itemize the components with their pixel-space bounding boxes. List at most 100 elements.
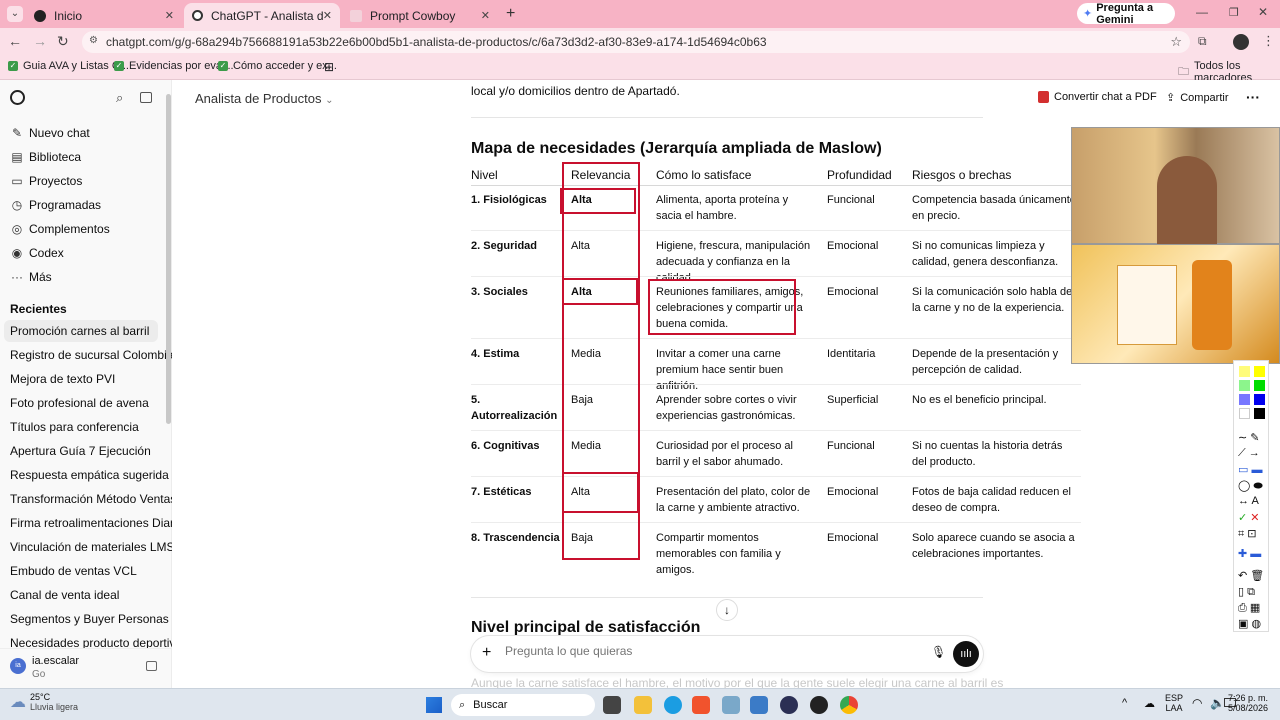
task-view-icon[interactable] — [603, 696, 621, 714]
wifi-icon[interactable]: ◠ — [1192, 696, 1202, 710]
recent-chat-item[interactable]: Firma retroalimentaciones Diana... — [10, 516, 193, 530]
prompt-input[interactable] — [505, 644, 885, 658]
line-icon[interactable]: ⟋ → — [1238, 447, 1260, 460]
color-swatch[interactable] — [1254, 408, 1265, 419]
back-icon[interactable]: ← — [8, 33, 22, 49]
settings-icon[interactable]: ▣ ◍ — [1238, 617, 1261, 630]
scroll-down-button[interactable]: ↓ — [716, 599, 738, 621]
sidebar-item-plugins[interactable]: ◎ Complementos — [10, 222, 110, 236]
close-icon[interactable]: ✕ — [481, 9, 490, 22]
color-swatch[interactable] — [1239, 408, 1250, 419]
app-icon[interactable] — [722, 696, 740, 714]
profile-avatar[interactable] — [1233, 34, 1249, 50]
tab-inicio[interactable]: Inicio ✕ — [26, 3, 182, 28]
clock[interactable]: 7:26 p. m. 5/08/2026 — [1226, 693, 1268, 713]
document-icon[interactable]: ▯ ⧉ — [1238, 585, 1255, 599]
more-options-icon[interactable]: ··· — [1246, 89, 1260, 105]
brave-icon[interactable] — [692, 696, 710, 714]
print-icon[interactable]: ⎙ ▦ — [1238, 601, 1260, 615]
color-swatch[interactable] — [1239, 366, 1250, 377]
sidebar-item-new-chat[interactable]: ✎ Nuevo chat — [10, 126, 90, 140]
freehand-icon[interactable]: ∼ ✎ — [1238, 431, 1260, 444]
reload-icon[interactable]: ↻ — [57, 33, 69, 50]
gift-icon[interactable] — [146, 661, 157, 671]
sidebar-item-library[interactable]: ▤ Biblioteca — [10, 150, 81, 164]
color-swatch[interactable] — [1254, 366, 1265, 377]
bookmark-item[interactable]: ✓ Guia AVA y Listas C... — [8, 60, 129, 72]
recent-chat-item[interactable]: Registro de sucursal Colombia — [10, 348, 173, 362]
tab-chatgpt[interactable]: ChatGPT - Analista de Productos ✕ — [184, 3, 340, 28]
app-icon[interactable] — [810, 696, 828, 714]
recent-chat-item[interactable]: Títulos para conferencia — [10, 420, 139, 434]
recent-chat-item[interactable]: Respuesta empática sugerida — [10, 468, 169, 482]
app-icon[interactable] — [750, 696, 768, 714]
tray-chevron-icon[interactable]: ^ — [1122, 697, 1127, 709]
user-profile[interactable]: ia ia.escalar Go — [0, 648, 171, 688]
site-info-icon[interactable]: ⚙ — [89, 35, 98, 46]
recent-chat-item[interactable]: Segmentos y Buyer Personas — [10, 612, 169, 626]
apps-grid-icon[interactable]: ⊞ — [324, 60, 334, 74]
recent-chat-item[interactable]: Necesidades producto deportivo — [10, 636, 182, 648]
tab-list-icon[interactable]: ⌄ — [7, 6, 23, 22]
recent-chat-item[interactable]: Embudo de ventas VCL — [10, 564, 137, 578]
crop-icon[interactable]: ⌗ ⊡ — [1238, 527, 1256, 541]
recent-chat-item[interactable]: Mejora de texto PVI — [10, 372, 115, 386]
chatgpt-logo-icon[interactable] — [10, 90, 25, 105]
search-icon[interactable]: ⌕ — [116, 90, 123, 106]
toggle-sidebar-icon[interactable] — [140, 92, 152, 103]
language-indicator[interactable]: ESP LAA — [1165, 693, 1183, 713]
edge-icon[interactable] — [664, 696, 682, 714]
zoom-icon[interactable]: ✚ ▬ — [1238, 547, 1261, 560]
new-tab-icon[interactable]: + — [506, 5, 515, 23]
chrome-icon[interactable] — [840, 696, 858, 714]
menu-kebab-icon[interactable]: ⋮ — [1262, 33, 1275, 49]
bookmark-item[interactable]: ✓ Cómo acceder y ex... — [218, 60, 337, 72]
recent-chat-item[interactable]: Foto profesional de avena — [10, 396, 149, 410]
color-swatch[interactable] — [1239, 380, 1250, 391]
color-swatch[interactable] — [1239, 394, 1250, 405]
sidebar-item-codex[interactable]: ◉ Codex — [10, 246, 64, 260]
recent-chat-item[interactable]: Vinculación de materiales LMS — [10, 540, 175, 554]
composer[interactable]: + 🎙 ıılı — [471, 636, 983, 672]
share-button[interactable]: ⇪ Compartir — [1166, 91, 1229, 105]
text-icon[interactable]: ↔ A — [1238, 495, 1259, 507]
volume-icon[interactable]: 🔈 — [1210, 696, 1225, 710]
windows-start-icon[interactable] — [426, 697, 442, 713]
weather-widget[interactable]: ☁ 25°C Lluvia ligera — [10, 692, 78, 712]
sidebar-item-more[interactable]: ··· Más — [10, 270, 52, 284]
color-swatch[interactable] — [1254, 380, 1265, 391]
sidebar-item-scheduled[interactable]: ◷ Programadas — [10, 198, 101, 212]
sidebar-scrollbar[interactable] — [166, 94, 171, 424]
maximize-icon[interactable]: ❐ — [1229, 6, 1239, 19]
gemini-button[interactable]: ✦ Pregunta a Gemini — [1077, 2, 1175, 26]
tray-app-icon[interactable]: ☁ — [1144, 697, 1155, 710]
color-swatch[interactable] — [1254, 394, 1265, 405]
tab-prompt-cowboy[interactable]: Prompt Cowboy ✕ — [342, 3, 498, 28]
gpt-selector[interactable]: Analista de Productos ⌄ — [195, 91, 333, 106]
sidebar-item-projects[interactable]: ▭ Proyectos — [10, 174, 82, 188]
bookmark-star-icon[interactable]: ☆ — [1170, 34, 1182, 50]
recent-chat-item[interactable]: Apertura Guía 7 Ejecución — [10, 444, 151, 458]
obs-icon[interactable] — [780, 696, 798, 714]
minimize-icon[interactable]: — — [1196, 5, 1208, 19]
close-icon[interactable]: ✕ — [323, 9, 332, 22]
undo-icon[interactable]: ↶ 🗑 — [1238, 569, 1264, 582]
address-bar[interactable]: ⚙ chatgpt.com/g/g-68a294b756688191a53b22… — [82, 31, 1190, 53]
voice-mode-button[interactable]: ıılı — [953, 641, 979, 667]
plus-icon[interactable]: + — [482, 644, 491, 662]
forward-icon[interactable]: → — [33, 33, 47, 49]
ellipse-icon[interactable]: ◯ ⬬ — [1238, 479, 1263, 493]
file-explorer-icon[interactable] — [634, 696, 652, 714]
rectangle-icon[interactable]: ▭ ▬ — [1238, 463, 1262, 476]
extensions-icon[interactable]: ⧉ — [1198, 34, 1207, 49]
bookmark-item[interactable]: ✓ Evidencias por eval... — [114, 60, 234, 72]
close-window-icon[interactable]: ✕ — [1258, 5, 1268, 19]
recent-chat-item[interactable]: Canal de venta ideal — [10, 588, 119, 602]
taskbar-search[interactable]: ⌕ Buscar — [451, 694, 595, 716]
recent-chat-item[interactable]: Promoción carnes al barril — [10, 324, 149, 338]
convert-pdf-button[interactable]: Convertir chat a PDF — [1038, 91, 1157, 103]
check-icon[interactable]: ✓ ✕ — [1238, 511, 1260, 524]
microphone-icon[interactable]: 🎙 — [931, 645, 946, 659]
close-icon[interactable]: ✕ — [165, 9, 174, 22]
recent-chat-item[interactable]: Transformación Método Ventas ... — [10, 492, 190, 506]
